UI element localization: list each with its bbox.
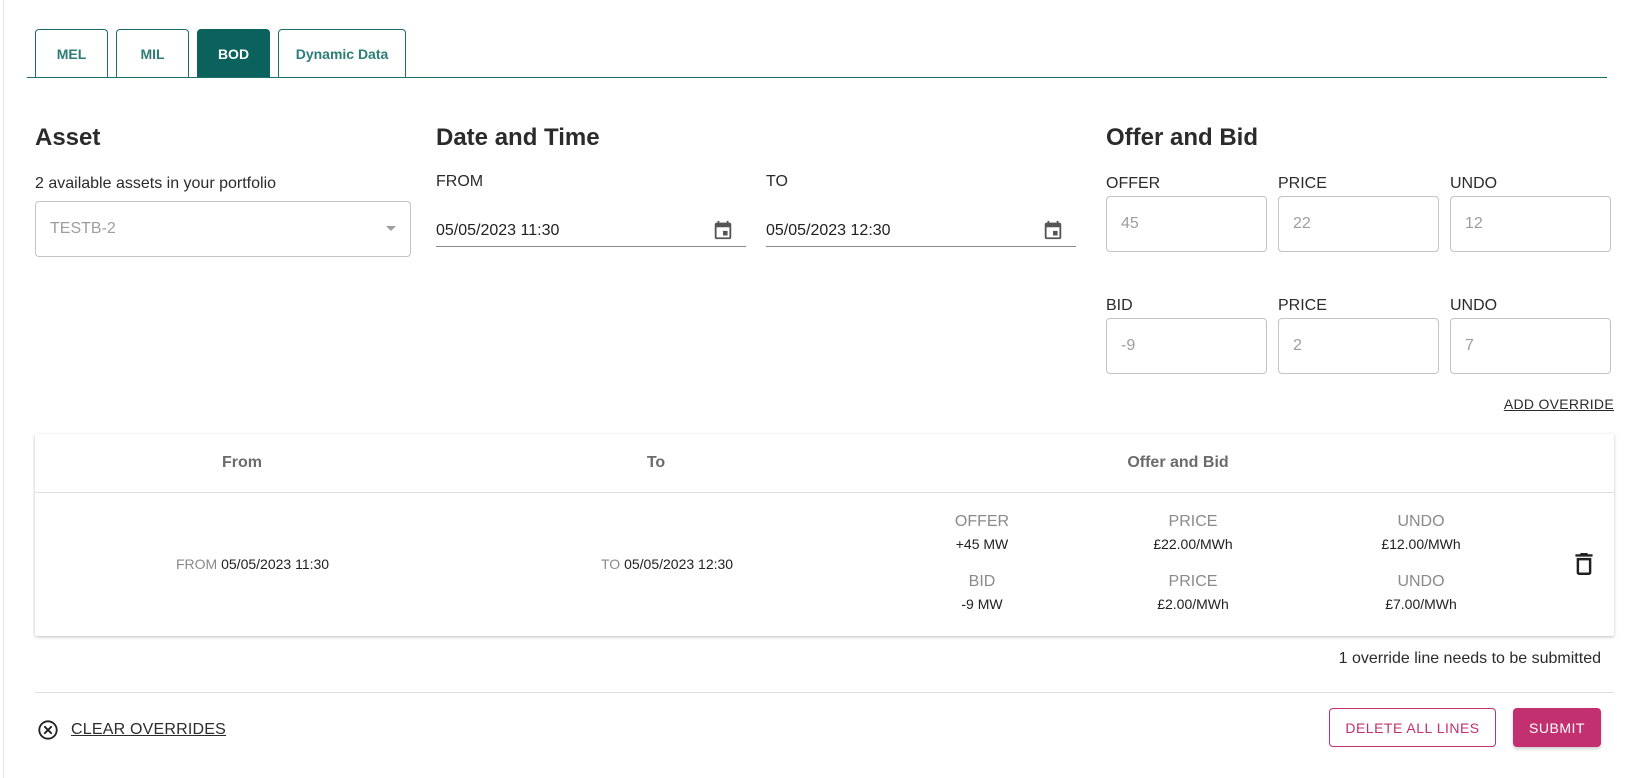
tab-bar-underline: [27, 77, 1607, 78]
bid-price-label: PRICE: [1278, 297, 1327, 314]
offer-price-input[interactable]: 22: [1278, 196, 1439, 252]
tab-bod[interactable]: BOD: [197, 29, 270, 77]
table-header-to: To: [646, 454, 666, 471]
bid-price-input[interactable]: 2: [1278, 318, 1439, 374]
bid-input[interactable]: -9: [1106, 318, 1267, 374]
offer-placeholder: 45: [1121, 215, 1139, 232]
row-offer-value: +45 MW: [955, 536, 1009, 552]
from-label: FROM: [436, 173, 484, 190]
to-label: TO: [766, 173, 788, 190]
tab-bar: MEL MIL BOD Dynamic Data: [35, 29, 406, 77]
submit-button[interactable]: SUBMIT: [1513, 708, 1601, 747]
tab-mel[interactable]: MEL: [35, 29, 108, 77]
caret-down-icon: [386, 226, 396, 231]
bid-undo-placeholder: 7: [1465, 337, 1474, 354]
row-to-value: 05/05/2023 12:30: [624, 556, 734, 572]
table-header-offer-bid: Offer and Bid: [1127, 454, 1229, 471]
tab-mil[interactable]: MIL: [116, 29, 189, 77]
add-override-button[interactable]: ADD OVERRIDE: [1504, 396, 1614, 412]
row-from-cell: FROM 05/05/2023 11:30: [176, 556, 329, 572]
delete-all-lines-button[interactable]: DELETE ALL LINES: [1329, 708, 1496, 747]
row-from-value: 05/05/2023 11:30: [221, 556, 330, 572]
row-bid-undo-value: £7.00/MWh: [1385, 596, 1457, 612]
tab-dynamic-data[interactable]: Dynamic Data: [278, 29, 406, 77]
row-bid-price-caption: PRICE: [1168, 573, 1218, 590]
offer-bid-heading: Offer and Bid: [1106, 124, 1259, 151]
trash-icon[interactable]: [1575, 553, 1593, 575]
row-offer-price-caption: PRICE: [1168, 513, 1218, 530]
close-circle-icon: [38, 720, 58, 740]
from-date-input[interactable]: 05/05/2023 11:30: [436, 215, 746, 247]
datetime-heading: Date and Time: [436, 124, 600, 151]
row-to-prefix: TO: [601, 556, 621, 572]
table-header-from: From: [222, 454, 262, 471]
row-bid-undo-caption: UNDO: [1397, 573, 1445, 590]
footer-divider: [35, 692, 1614, 693]
row-offer-cell: OFFER +45 MW: [902, 513, 1062, 552]
row-bid-price-cell: PRICE £2.00/MWh: [1113, 573, 1273, 612]
calendar-icon[interactable]: [1042, 219, 1064, 241]
overrides-table: From To Offer and Bid FROM 05/05/2023 11…: [35, 434, 1614, 636]
row-offer-undo-caption: UNDO: [1397, 513, 1445, 530]
asset-heading: Asset: [35, 124, 101, 151]
calendar-icon[interactable]: [712, 219, 734, 241]
row-offer-undo-value: £12.00/MWh: [1381, 536, 1461, 552]
bid-undo-input[interactable]: 7: [1450, 318, 1611, 374]
offer-price-label: PRICE: [1278, 175, 1327, 192]
offer-input[interactable]: 45: [1106, 196, 1267, 252]
bid-placeholder: -9: [1121, 337, 1136, 354]
row-offer-caption: OFFER: [954, 513, 1010, 530]
bid-label: BID: [1106, 297, 1133, 314]
offer-undo-label: UNDO: [1450, 175, 1498, 192]
offer-price-placeholder: 22: [1293, 215, 1311, 232]
bid-undo-label: UNDO: [1450, 297, 1498, 314]
row-offer-price-cell: PRICE £22.00/MWh: [1113, 513, 1273, 552]
pending-lines-message: 1 override line needs to be submitted: [1338, 650, 1601, 667]
row-offer-price-value: £22.00/MWh: [1153, 536, 1233, 552]
offer-undo-input[interactable]: 12: [1450, 196, 1611, 252]
offer-label: OFFER: [1106, 175, 1161, 192]
row-from-prefix: FROM: [176, 556, 218, 572]
clear-overrides-label: CLEAR OVERRIDES: [71, 721, 227, 738]
row-bid-cell: BID -9 MW: [902, 573, 1062, 612]
from-date-value: 05/05/2023 11:30: [436, 221, 560, 239]
asset-select-value: TESTB-2: [50, 220, 116, 237]
page-left-border: [3, 0, 4, 778]
asset-hint: 2 available assets in your portfolio: [35, 175, 277, 192]
row-bid-undo-cell: UNDO £7.00/MWh: [1341, 573, 1501, 612]
to-date-value: 05/05/2023 12:30: [766, 221, 891, 239]
row-bid-price-value: £2.00/MWh: [1157, 596, 1229, 612]
row-to-cell: TO 05/05/2023 12:30: [601, 556, 733, 572]
to-date-input[interactable]: 05/05/2023 12:30: [766, 215, 1076, 247]
row-bid-caption: BID: [968, 573, 996, 590]
clear-overrides-button[interactable]: CLEAR OVERRIDES: [37, 719, 226, 741]
offer-undo-placeholder: 12: [1465, 215, 1483, 232]
row-offer-undo-cell: UNDO £12.00/MWh: [1341, 513, 1501, 552]
table-header-divider: [35, 492, 1614, 493]
bid-price-placeholder: 2: [1293, 337, 1302, 354]
row-bid-value: -9 MW: [961, 596, 1003, 612]
asset-select[interactable]: TESTB-2: [35, 201, 411, 257]
